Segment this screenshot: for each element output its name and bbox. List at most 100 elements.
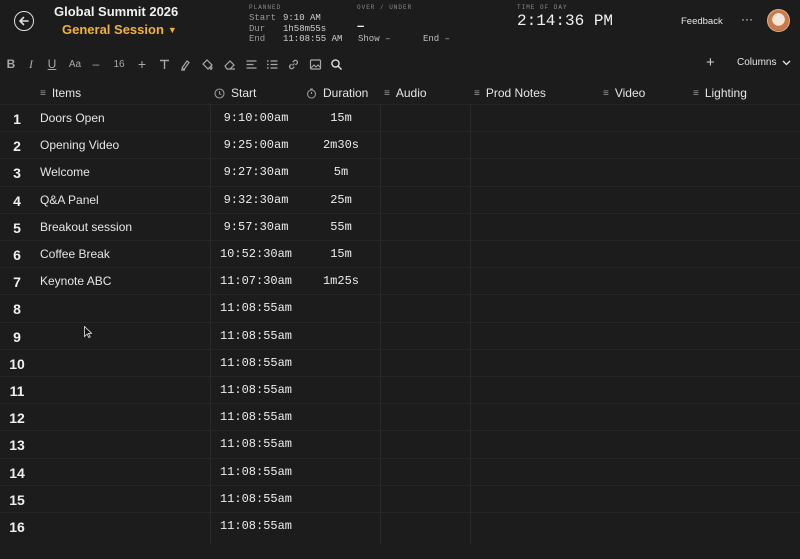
add-column-icon[interactable]: +	[706, 54, 715, 71]
eraser-icon[interactable]	[221, 56, 237, 72]
planned-start-value: 9:10 AM	[283, 13, 321, 23]
avatar[interactable]	[767, 9, 790, 32]
duration-cell[interactable]: 2m30s	[302, 138, 380, 152]
column-header-prod-notes[interactable]: ≡ Prod Notes	[474, 82, 546, 104]
table-row[interactable]: 5 Breakout session 9:57:30am 55m	[0, 212, 800, 240]
text-column-icon: ≡	[693, 87, 699, 99]
column-header-duration[interactable]: Duration	[306, 82, 368, 104]
table-row[interactable]: 6 Coffee Break 10:52:30am 15m	[0, 240, 800, 267]
table-row[interactable]: 2 Opening Video 9:25:00am 2m30s	[0, 131, 800, 158]
start-time-cell[interactable]: 11:07:30am	[212, 274, 300, 288]
fill-icon[interactable]	[199, 56, 215, 72]
duration-cell[interactable]: 15m	[302, 111, 380, 125]
table-row[interactable]: 13 11:08:55am	[0, 430, 800, 457]
start-time-cell[interactable]: 11:08:55am	[212, 410, 300, 424]
planned-dur-key: Dur	[249, 24, 266, 34]
start-time-cell[interactable]: 9:32:30am	[212, 193, 300, 207]
item-cell[interactable]: Coffee Break	[40, 247, 110, 261]
row-number: 7	[13, 274, 21, 291]
column-header-audio[interactable]: ≡ Audio	[384, 82, 427, 104]
table-row[interactable]: 12 11:08:55am	[0, 403, 800, 430]
start-time-cell[interactable]: 11:08:55am	[212, 492, 300, 506]
text-column-icon: ≡	[474, 87, 480, 99]
duration-cell[interactable]: 55m	[302, 220, 380, 234]
item-cell[interactable]: Breakout session	[40, 220, 132, 234]
table-row[interactable]: 10 11:08:55am	[0, 348, 800, 376]
column-header-video[interactable]: ≡ Video	[603, 82, 645, 104]
item-cell[interactable]: Doors Open	[40, 111, 105, 125]
text-case-icon[interactable]: Aa	[66, 56, 84, 72]
session-title: General Session	[62, 22, 164, 37]
item-cell[interactable]: Welcome	[40, 165, 90, 179]
start-time-cell[interactable]: 11:08:55am	[212, 356, 300, 370]
column-header-lighting[interactable]: ≡ Lighting	[693, 82, 747, 104]
start-time-cell[interactable]: 9:25:00am	[212, 138, 300, 152]
item-cell[interactable]: Q&A Panel	[40, 193, 99, 207]
row-number: 4	[13, 192, 21, 209]
start-time-cell[interactable]: 11:08:55am	[212, 301, 300, 315]
increase-font-icon[interactable]: +	[134, 56, 150, 72]
table-row[interactable]: 11 11:08:55am	[0, 376, 800, 403]
bold-icon[interactable]: B	[3, 56, 19, 72]
decrease-font-icon[interactable]: –	[88, 56, 104, 72]
end-over-under: End –	[423, 34, 451, 44]
more-options-icon[interactable]: ···	[741, 12, 753, 26]
start-time-cell[interactable]: 9:57:30am	[212, 220, 300, 234]
list-icon[interactable]	[264, 56, 280, 72]
column-label: Audio	[395, 86, 427, 100]
table-row[interactable]: 3 Welcome 9:27:30am 5m	[0, 158, 800, 185]
image-icon[interactable]	[307, 56, 323, 72]
feedback-button[interactable]: Feedback	[681, 16, 723, 27]
duration-cell[interactable]: 5m	[302, 165, 380, 179]
duration-cell[interactable]: 1m25s	[302, 274, 380, 288]
search-icon[interactable]	[328, 56, 344, 72]
row-number: 10	[9, 355, 25, 372]
start-time-cell[interactable]: 11:08:55am	[212, 329, 300, 343]
row-number: 14	[9, 464, 25, 481]
font-size-value[interactable]: 16	[111, 56, 127, 72]
planned-start: Start 9:10 AM	[249, 13, 321, 23]
highlight-icon[interactable]	[177, 56, 193, 72]
clock-icon	[214, 87, 225, 99]
italic-icon[interactable]: I	[23, 56, 39, 72]
column-label: Duration	[323, 86, 369, 100]
start-time-cell[interactable]: 11:08:55am	[212, 519, 300, 533]
timer-icon	[306, 87, 317, 99]
column-header-items[interactable]: ≡ Items	[40, 82, 81, 104]
row-number: 9	[13, 328, 21, 345]
planned-end-value: 11:08:55 AM	[283, 34, 343, 44]
item-cell[interactable]: Keynote ABC	[40, 274, 111, 288]
column-header-start[interactable]: Start	[214, 82, 256, 104]
table-row[interactable]: 8 11:08:55am	[0, 294, 800, 321]
planned-dur-value: 1h58m55s	[283, 24, 327, 34]
link-icon[interactable]	[285, 56, 301, 72]
columns-dropdown[interactable]: Columns	[737, 57, 791, 68]
column-label: Items	[51, 86, 82, 100]
column-label: Start	[231, 86, 257, 100]
duration-cell[interactable]: 25m	[302, 193, 380, 207]
start-time-cell[interactable]: 11:08:55am	[212, 465, 300, 479]
text-column-icon: ≡	[603, 87, 609, 99]
table-row[interactable]: 9 11:08:55am	[0, 321, 800, 349]
start-time-cell[interactable]: 9:10:00am	[212, 111, 300, 125]
planned-duration: Dur 1h58m55s	[249, 24, 326, 34]
start-time-cell[interactable]: 11:08:55am	[212, 437, 300, 451]
chevron-down-icon	[783, 60, 791, 65]
session-selector[interactable]: General Session ▼	[62, 22, 177, 37]
row-number: 12	[9, 410, 25, 427]
start-time-cell[interactable]: 10:52:30am	[212, 247, 300, 261]
table-row[interactable]: 4 Q&A Panel 9:32:30am 25m	[0, 185, 800, 213]
duration-cell[interactable]: 15m	[302, 247, 380, 261]
start-time-cell[interactable]: 11:08:55am	[212, 383, 300, 397]
text-icon[interactable]	[156, 56, 172, 72]
item-cell[interactable]: Opening Video	[40, 138, 119, 152]
start-time-cell[interactable]: 9:27:30am	[212, 165, 300, 179]
align-icon[interactable]	[243, 56, 259, 72]
table-row[interactable]: 14 11:08:55am	[0, 457, 800, 485]
table-row[interactable]: 7 Keynote ABC 11:07:30am 1m25s	[0, 267, 800, 294]
table-row[interactable]: 16 11:08:55am	[0, 512, 800, 539]
table-row[interactable]: 1 Doors Open 9:10:00am 15m	[0, 104, 800, 131]
underline-icon[interactable]: U	[44, 56, 60, 72]
table-row[interactable]: 15 11:08:55am	[0, 484, 800, 512]
back-arrow-icon[interactable]	[14, 11, 34, 31]
